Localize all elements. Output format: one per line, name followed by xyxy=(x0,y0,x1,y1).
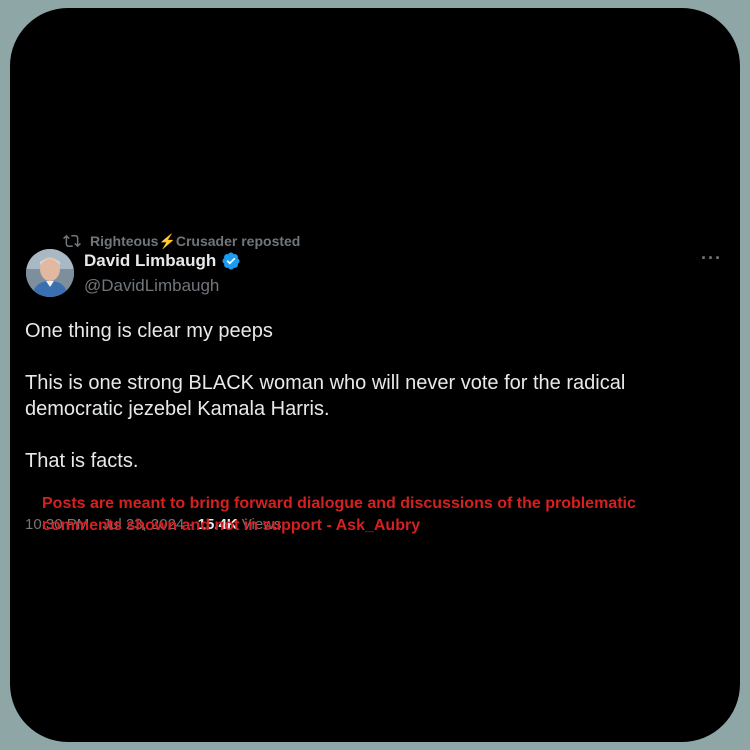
tweet-paragraph: That is facts. xyxy=(25,450,139,472)
author-name-row[interactable]: David Limbaugh xyxy=(84,251,241,271)
repost-label: Righteous⚡Crusader reposted xyxy=(90,232,301,249)
more-options-button[interactable]: ··· xyxy=(701,249,722,267)
tweet-text: One thing is clear my peeps This is one … xyxy=(25,318,705,500)
tweet-paragraph: One thing is clear my peeps xyxy=(25,320,273,342)
avatar-image xyxy=(26,249,74,297)
repost-icon xyxy=(63,234,81,248)
repost-indicator[interactable]: Righteous⚡Crusader reposted xyxy=(62,232,300,250)
author-display-name[interactable]: David Limbaugh xyxy=(84,251,216,271)
tweet-paragraph: This is one strong BLACK woman who will … xyxy=(25,372,626,420)
post-card: Righteous⚡Crusader reposted David Limbau… xyxy=(10,8,740,742)
verified-badge-icon xyxy=(222,252,240,270)
avatar[interactable] xyxy=(26,249,74,297)
disclaimer-overlay: Posts are meant to bring forward dialogu… xyxy=(42,495,636,534)
author-handle[interactable]: @DavidLimbaugh xyxy=(84,276,219,296)
